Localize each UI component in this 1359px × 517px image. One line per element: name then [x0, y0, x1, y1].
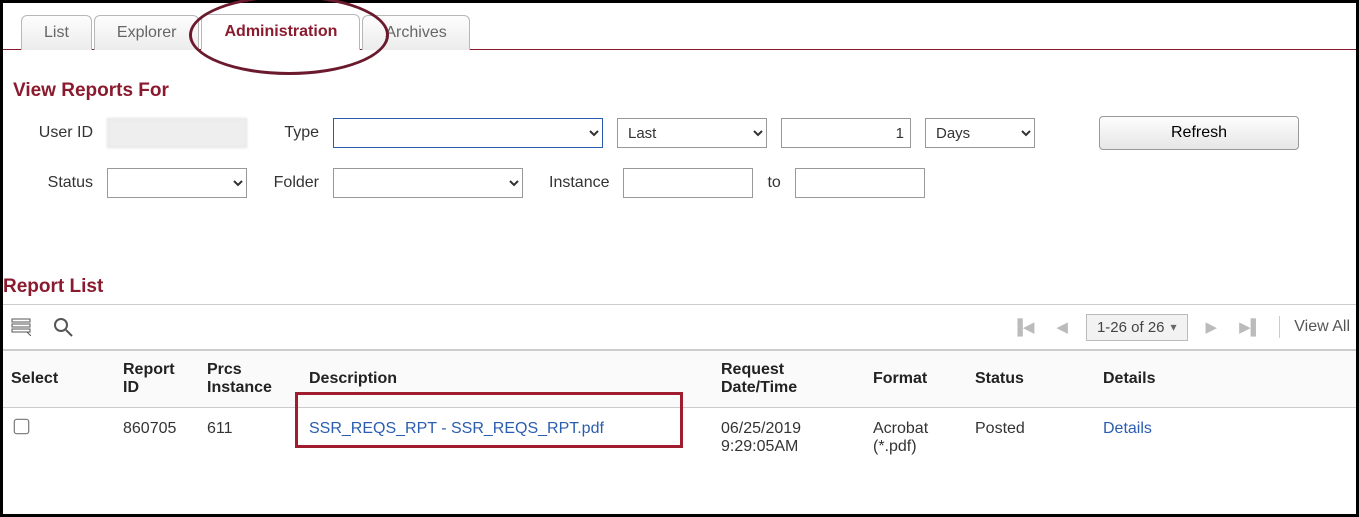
toolbar-divider — [1279, 316, 1280, 338]
range-mode-select[interactable]: Last — [617, 118, 767, 148]
status-label: Status — [23, 174, 93, 192]
row-select-checkbox[interactable] — [14, 419, 30, 435]
col-select[interactable]: Select — [3, 351, 115, 408]
report-list-title: Report List — [3, 276, 1356, 298]
table-row: 860705 611 SSR_REQS_RPT - SSR_REQS_RPT.p… — [3, 408, 1356, 469]
first-page-icon[interactable]: ▐◀ — [1008, 318, 1038, 336]
tab-archives[interactable]: Archives — [362, 15, 469, 50]
prev-page-icon[interactable]: ◀ — [1052, 318, 1072, 336]
cell-prcs-instance: 611 — [199, 408, 301, 469]
next-page-icon[interactable]: ▶ — [1202, 318, 1222, 336]
status-select[interactable] — [107, 168, 247, 198]
to-label: to — [767, 174, 780, 192]
instance-from-input[interactable] — [623, 168, 753, 198]
filters: User ID Type Last Days Refresh Status Fo… — [3, 116, 1356, 236]
range-number-input[interactable] — [781, 118, 911, 148]
details-link[interactable]: Details — [1103, 420, 1152, 437]
tab-administration[interactable]: Administration — [201, 14, 360, 50]
tab-explorer[interactable]: Explorer — [94, 15, 200, 50]
user-id-label: User ID — [23, 124, 93, 142]
folder-label: Folder — [261, 174, 319, 192]
refresh-button[interactable]: Refresh — [1099, 116, 1299, 150]
description-link[interactable]: SSR_REQS_RPT - SSR_REQS_RPT.pdf — [309, 420, 604, 437]
tabs-row: List Explorer Administration Archives — [3, 3, 1356, 50]
report-table: Select Report ID Prcs Instance Descripti… — [3, 350, 1356, 468]
section-title: View Reports For — [13, 80, 1346, 102]
pager-range[interactable]: 1-26 of 26 — [1086, 314, 1188, 341]
col-status[interactable]: Status — [967, 351, 1095, 408]
col-request-datetime[interactable]: Request Date/Time — [713, 351, 865, 408]
cell-request-datetime: 06/25/2019 9:29:05AM — [713, 408, 865, 469]
user-id-value — [107, 118, 247, 148]
last-page-icon[interactable]: ▶▌ — [1235, 318, 1265, 336]
col-format[interactable]: Format — [865, 351, 967, 408]
col-report-id[interactable]: Report ID — [115, 351, 199, 408]
cell-status: Posted — [967, 408, 1095, 469]
search-icon[interactable] — [51, 315, 75, 339]
table-header-row: Select Report ID Prcs Instance Descripti… — [3, 351, 1356, 408]
type-label: Type — [261, 124, 319, 142]
cell-format: Acrobat (*.pdf) — [865, 408, 967, 469]
grid-toolbar: ▐◀ ◀ 1-26 of 26 ▶ ▶▌ View All — [3, 304, 1356, 350]
col-prcs-instance[interactable]: Prcs Instance — [199, 351, 301, 408]
col-details[interactable]: Details — [1095, 351, 1356, 408]
range-unit-select[interactable]: Days — [925, 118, 1035, 148]
cell-report-id: 860705 — [115, 408, 199, 469]
col-description[interactable]: Description — [301, 351, 713, 408]
instance-to-input[interactable] — [795, 168, 925, 198]
tab-list[interactable]: List — [21, 15, 92, 50]
type-select[interactable] — [333, 118, 603, 148]
folder-select[interactable] — [333, 168, 523, 198]
view-all-link[interactable]: View All — [1294, 318, 1350, 336]
grid-settings-icon[interactable] — [9, 315, 33, 339]
instance-label: Instance — [549, 174, 609, 192]
